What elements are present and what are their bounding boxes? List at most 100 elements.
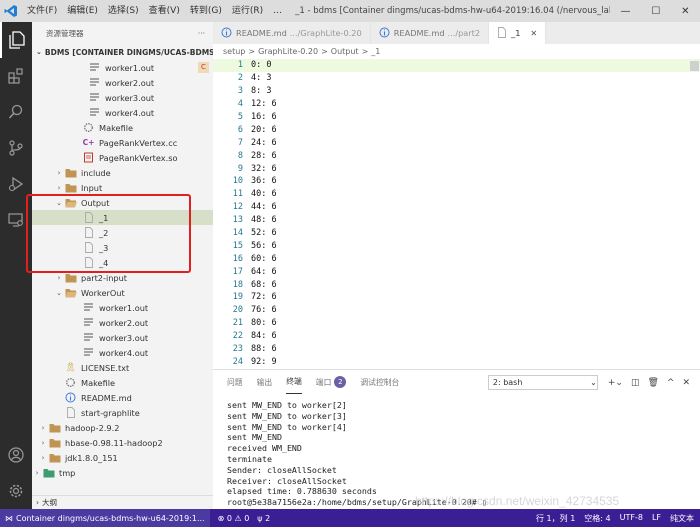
problems-status[interactable]: ⊗ 0 ⚠ 0	[218, 514, 250, 523]
eol[interactable]: LF	[652, 513, 661, 524]
menu-item[interactable]: 编辑(E)	[62, 0, 103, 22]
code-line[interactable]: 2 4: 3	[213, 72, 700, 85]
code-line[interactable]: 13 48: 6	[213, 214, 700, 227]
code-line[interactable]: 19 72: 6	[213, 291, 700, 304]
tree-file[interactable]: C+ PageRankVertex.cc	[32, 135, 213, 150]
panel-tab[interactable]: 输出	[257, 370, 273, 394]
menu-item[interactable]: 运行(R)	[227, 0, 268, 22]
terminal-output[interactable]: sent MW_END to worker[2] sent MW_END to w…	[213, 394, 700, 508]
code-line[interactable]: 9 32: 6	[213, 162, 700, 175]
code-line[interactable]: 10 36: 6	[213, 175, 700, 188]
workspace-section[interactable]: ⌄ BDMS [CONTAINER DINGMS/UCAS-BDMS-H...	[32, 44, 213, 60]
code-line[interactable]: 20 76: 6	[213, 304, 700, 317]
tree-file[interactable]: Makefile	[32, 375, 213, 390]
tree-file[interactable]: worker4.out	[32, 345, 213, 360]
ports-status[interactable]: ψ 2	[257, 514, 270, 523]
tree-file[interactable]: worker2.out	[32, 75, 213, 90]
tree-folder[interactable]: › Input	[32, 180, 213, 195]
cursor-position[interactable]: 行 1，列 1	[536, 513, 575, 524]
editor-scrollbar[interactable]	[689, 59, 700, 369]
language-mode[interactable]: 纯文本	[670, 513, 694, 524]
code-line[interactable]: 22 84: 6	[213, 330, 700, 343]
breadcrumb-item[interactable]: GraphLite-0.20	[258, 47, 318, 56]
tree-file[interactable]: worker1.out C	[32, 60, 213, 75]
tree-file[interactable]: Makefile	[32, 120, 213, 135]
trash-icon[interactable]: 🗑	[647, 378, 658, 388]
minimize-icon[interactable]: —	[620, 6, 630, 17]
tree-folder[interactable]: › jdk1.8.0_151	[32, 450, 213, 465]
maximize-panel-icon[interactable]: ^	[667, 378, 675, 388]
code-line[interactable]: 18 68: 6	[213, 278, 700, 291]
add-terminal-icon[interactable]: +⌄	[608, 378, 623, 388]
breadcrumb-item[interactable]: _1	[371, 47, 380, 56]
code-line[interactable]: 15 56: 6	[213, 239, 700, 252]
editor-tab[interactable]: README.md .../part2	[371, 22, 490, 44]
chevron-icon: ›	[35, 468, 39, 477]
menu-item[interactable]: 选择(S)	[103, 0, 144, 22]
tree-file[interactable]: 🎗 LICENSE.txt	[32, 360, 213, 375]
explorer-icon[interactable]	[0, 22, 32, 58]
editor-tab[interactable]: _1 ✕	[489, 22, 547, 44]
tree-folder[interactable]: › hadoop-2.9.2	[32, 420, 213, 435]
code-line[interactable]: 12 44: 6	[213, 201, 700, 214]
split-terminal-icon[interactable]: ◫	[631, 378, 640, 388]
panel-tab[interactable]: 调试控制台	[360, 370, 399, 394]
gear-icon[interactable]	[0, 473, 32, 509]
menu-item[interactable]: 转到(G)	[185, 0, 227, 22]
panel-tab-label: 调试控制台	[360, 377, 400, 387]
code-line[interactable]: 16 60: 6	[213, 252, 700, 265]
tree-folder[interactable]: ⌄ WorkerOut	[32, 285, 213, 300]
tree-folder[interactable]: › hbase-0.98.11-hadoop2	[32, 435, 213, 450]
source-control-icon[interactable]	[0, 130, 32, 166]
tree-file[interactable]: README.md	[32, 390, 213, 405]
extensions-icon[interactable]	[0, 58, 32, 94]
indentation[interactable]: 空格: 4	[584, 513, 610, 524]
menu-item[interactable]: 查看(V)	[144, 0, 185, 22]
more-actions-icon[interactable]: ···	[198, 29, 205, 38]
close-panel-icon[interactable]: ✕	[682, 378, 690, 388]
search-icon[interactable]	[0, 94, 32, 130]
code-line[interactable]: 7 24: 6	[213, 136, 700, 149]
code-line[interactable]: 1 0: 0	[213, 59, 700, 72]
tree-file[interactable]: PageRankVertex.so	[32, 150, 213, 165]
chevron-right-icon: ›	[36, 498, 39, 507]
code-line[interactable]: 17 64: 6	[213, 265, 700, 278]
code-line[interactable]: 14 52: 6	[213, 227, 700, 240]
close-icon[interactable]: ✕	[681, 6, 689, 17]
code-line[interactable]: 6 20: 6	[213, 123, 700, 136]
code-line[interactable]: 4 12: 6	[213, 98, 700, 111]
tree-folder[interactable]: › include	[32, 165, 213, 180]
outline-section[interactable]: › 大纲	[32, 495, 213, 509]
remote-indicator[interactable]: ⋈ Container dingms/ucas-bdms-hw-u64-2019…	[0, 509, 210, 527]
code-line[interactable]: 5 16: 6	[213, 111, 700, 124]
tree-file[interactable]: start-graphlite	[32, 405, 213, 420]
code-line[interactable]: 21 80: 6	[213, 317, 700, 330]
tree-file[interactable]: worker4.out	[32, 105, 213, 120]
terminal-line: sent MW_END to worker[3]	[227, 410, 347, 421]
editor[interactable]: 1 0: 0 2 4: 3 3 8: 3 4 12: 6 5 16: 6 6 20: 6 7 24: 68…	[213, 59, 700, 369]
editor-tab[interactable]: README.md .../GraphLite-0.20	[213, 22, 371, 44]
panel-tab[interactable]: 问题	[227, 370, 243, 394]
tree-file[interactable]: worker1.out	[32, 300, 213, 315]
tree-file[interactable]: worker3.out	[32, 330, 213, 345]
code-text: 72: 6	[251, 292, 277, 303]
menu-item[interactable]: 文件(F)	[22, 0, 62, 22]
code-line[interactable]: 3 8: 3	[213, 85, 700, 98]
tree-file[interactable]: worker3.out	[32, 90, 213, 105]
panel-tab[interactable]: 终端	[286, 370, 302, 394]
menu-item[interactable]: …	[268, 0, 287, 22]
terminal-select[interactable]: 2: bash ⌄	[487, 375, 598, 390]
breadcrumb-item[interactable]: setup	[223, 47, 245, 56]
panel-tab[interactable]: 端口 2	[316, 370, 347, 394]
close-tab-icon[interactable]: ✕	[530, 28, 537, 38]
code-line[interactable]: 24 92: 9	[213, 355, 700, 368]
maximize-icon[interactable]: ☐	[651, 6, 660, 17]
code-line[interactable]: 11 40: 6	[213, 188, 700, 201]
tree-folder[interactable]: › tmp	[32, 465, 213, 480]
code-line[interactable]: 23 88: 6	[213, 343, 700, 356]
account-icon[interactable]	[0, 437, 32, 473]
encoding[interactable]: UTF-8	[620, 513, 643, 524]
breadcrumb-item[interactable]: Output	[331, 47, 359, 56]
code-line[interactable]: 8 28: 6	[213, 149, 700, 162]
tree-file[interactable]: worker2.out	[32, 315, 213, 330]
